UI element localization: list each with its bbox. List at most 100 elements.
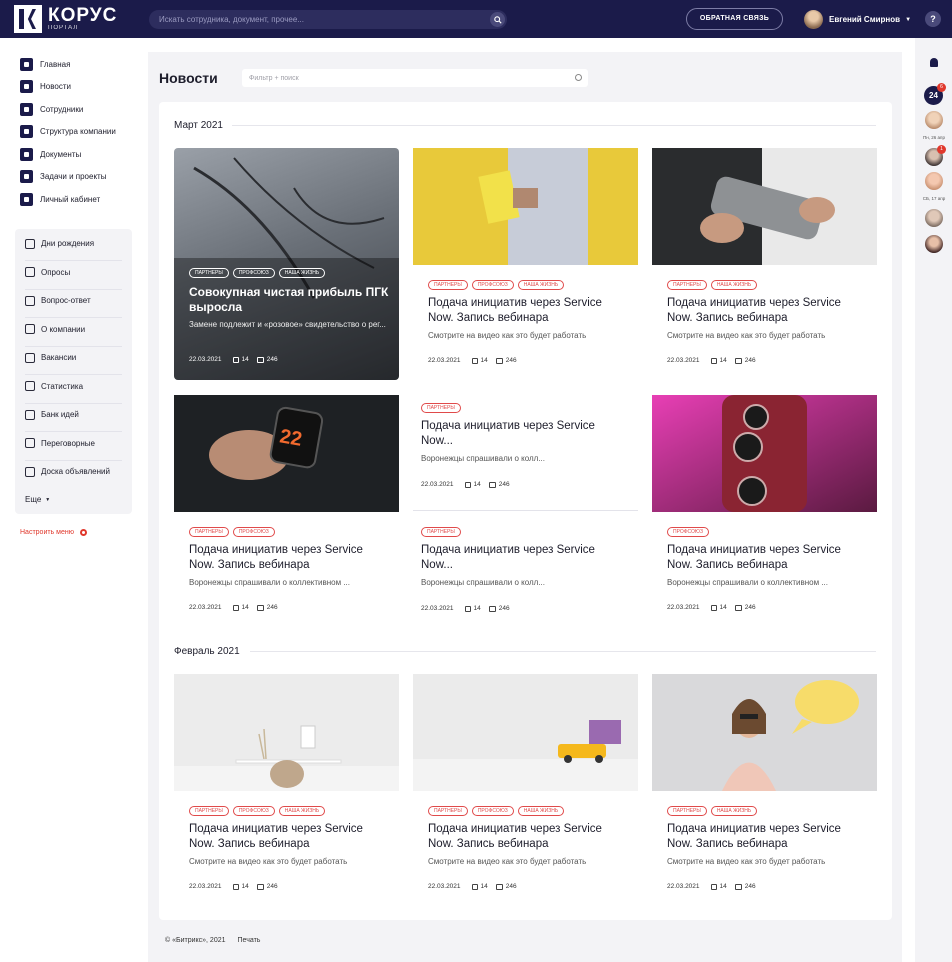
nav-item-employees[interactable]: Сотрудники [20, 98, 140, 121]
nav-item-documents[interactable]: Документы [20, 143, 140, 166]
card-title[interactable]: Подача инициатив через Service Now. Запи… [667, 543, 867, 573]
card-title[interactable]: Подача инициатив через Service Now. Запи… [428, 822, 628, 852]
comments-button[interactable]: 246 [256, 356, 278, 363]
print-link[interactable]: Печать [238, 937, 261, 944]
tag[interactable]: ПАРТНЕРЫ [667, 806, 707, 816]
comments-button[interactable]: 246 [256, 883, 278, 890]
logo[interactable]: КОРУС ПОРТАЛ [14, 5, 117, 33]
user-menu[interactable]: Евгений Смирнов ▼ [804, 10, 911, 29]
tag[interactable]: ПРОФСОЮЗ [471, 280, 514, 290]
avatar[interactable] [925, 172, 943, 190]
tag[interactable]: НАША ЖИЗНЬ [517, 280, 565, 290]
news-card[interactable]: ПАРТНЕРЫ ПРОФСОЮЗ НАША ЖИЗНЬ Подача иниц… [174, 674, 399, 906]
news-card[interactable]: ПАРТНЕРЫ ПРОФСОЮЗ НАША ЖИЗНЬ Подача иниц… [413, 148, 638, 380]
card-title[interactable]: Подача инициатив через Service Now. Запи… [667, 822, 867, 852]
tag[interactable]: ПАРТНЕРЫ [189, 268, 229, 278]
subnav-more[interactable]: Еще ▼ [25, 486, 125, 513]
tag[interactable]: ПРОФСОЮЗ [471, 806, 514, 816]
news-card[interactable]: ПАРТНЕРЫ НАША ЖИЗНЬ Подача инициатив чер… [652, 148, 877, 380]
subnav-item-faq[interactable]: Вопрос-ответ [25, 287, 125, 314]
tasks-icon [20, 170, 33, 184]
card-image: 22 [174, 395, 399, 512]
nav-item-account[interactable]: Личный кабинет [20, 188, 140, 211]
comments-button[interactable]: 246 [495, 357, 517, 364]
comments-button[interactable]: 246 [256, 604, 278, 611]
subnav-item-vacancies[interactable]: Вакансии [25, 344, 125, 371]
tag[interactable]: ПАРТНЕРЫ [421, 527, 461, 537]
card-title[interactable]: Подача инициатив через Service Now. Запи… [189, 543, 389, 573]
tag[interactable]: НАША ЖИЗНЬ [278, 806, 326, 816]
news-card-featured[interactable]: ПАРТНЕРЫ ПРОФСОЮЗ НАША ЖИЗНЬ Совокупная … [174, 148, 399, 380]
like-button[interactable]: 14 [710, 883, 727, 890]
tag[interactable]: ПРОФСОЮЗ [667, 527, 709, 537]
like-button[interactable]: 14 [464, 481, 481, 488]
subnav-item-ideas[interactable]: Банк идей [25, 401, 125, 428]
filter-input[interactable] [249, 72, 549, 84]
avatar[interactable] [925, 209, 943, 227]
tag[interactable]: ПРОФСОЮЗ [232, 268, 275, 278]
tag[interactable]: ПАРТНЕРЫ [667, 280, 707, 290]
structure-icon [20, 125, 33, 139]
tag[interactable]: ПАРТНЕРЫ [189, 806, 229, 816]
global-search-input[interactable] [159, 13, 479, 26]
comments-button[interactable]: 246 [734, 883, 756, 890]
tag[interactable]: ПРОФСОЮЗ [232, 806, 275, 816]
avatar[interactable] [925, 111, 943, 129]
subnav-item-stats[interactable]: Статистика [25, 373, 125, 400]
like-button[interactable]: 14 [232, 356, 249, 363]
news-card[interactable]: ПАРТНЕРЫ НАША ЖИЗНЬ Подача инициатив чер… [652, 674, 877, 906]
nav-item-home[interactable]: Главная [20, 53, 140, 76]
comments-button[interactable]: 246 [495, 883, 517, 890]
search-button[interactable] [490, 12, 505, 27]
news-card-text[interactable]: ПАРТНЕРЫ Подача инициатив через Service … [413, 395, 638, 511]
card-title[interactable]: Совокупная чистая прибыль ПГК выросла [189, 285, 389, 315]
nav-item-news[interactable]: Новости [20, 76, 140, 99]
like-button[interactable]: 14 [232, 604, 249, 611]
subnav-item-polls[interactable]: Опросы [25, 259, 125, 286]
subnav-item-about[interactable]: О компании [25, 316, 125, 343]
card-title[interactable]: Подача инициатив через Service Now... [421, 419, 621, 449]
tag[interactable]: НАША ЖИЗНЬ [278, 268, 326, 278]
tag[interactable]: НАША ЖИЗНЬ [710, 280, 758, 290]
card-title[interactable]: Подача инициатив через Service Now. Запи… [428, 296, 628, 326]
like-button[interactable]: 14 [232, 883, 249, 890]
card-title[interactable]: Подача инициатив через Service Now. Запи… [667, 296, 867, 326]
like-button[interactable]: 14 [471, 883, 488, 890]
comments-button[interactable]: 246 [488, 481, 510, 488]
tag[interactable]: ПАРТНЕРЫ [421, 403, 461, 413]
tag[interactable]: НАША ЖИЗНЬ [710, 806, 758, 816]
subnav-item-board[interactable]: Доска объявлений [25, 458, 125, 485]
subnav-item-meeting-rooms[interactable]: Переговорные [25, 430, 125, 457]
comments-button[interactable]: 246 [734, 604, 756, 611]
comments-button[interactable]: 246 [488, 605, 510, 612]
tag[interactable]: ПАРТНЕРЫ [189, 527, 229, 537]
news-card-text[interactable]: ПАРТНЕРЫ Подача инициатив через Service … [413, 519, 638, 627]
news-card[interactable]: ПРОФСОЮЗ Подача инициатив через Service … [652, 395, 877, 627]
avatar[interactable] [925, 235, 943, 253]
tag[interactable]: ПАРТНЕРЫ [428, 280, 468, 290]
like-button[interactable]: 14 [464, 605, 481, 612]
configure-menu-link[interactable]: Настроить меню [20, 529, 87, 536]
subnav-item-birthdays[interactable]: Дни рождения [25, 230, 125, 257]
tag[interactable]: ПАРТНЕРЫ [428, 806, 468, 816]
like-icon [232, 883, 239, 890]
news-card[interactable]: ПАРТНЕРЫ ПРОФСОЮЗ НАША ЖИЗНЬ Подача иниц… [413, 674, 638, 906]
bell-icon[interactable] [930, 58, 938, 67]
nav-item-tasks[interactable]: Задачи и проекты [20, 166, 140, 189]
account-icon [20, 192, 33, 206]
like-button[interactable]: 14 [471, 357, 488, 364]
card-title[interactable]: Подача инициатив через Service Now... [421, 543, 621, 573]
search-icon[interactable] [575, 74, 582, 81]
employees-icon [20, 102, 33, 116]
comments-button[interactable]: 246 [734, 357, 756, 364]
tag[interactable]: НАША ЖИЗНЬ [517, 806, 565, 816]
feedback-button[interactable]: ОБРАТНАЯ СВЯЗЬ [686, 8, 783, 30]
nav-item-structure[interactable]: Структура компании [20, 121, 140, 144]
like-button[interactable]: 14 [710, 357, 727, 364]
help-button[interactable]: ? [925, 11, 941, 27]
month-heading: Февраль 2021 [174, 646, 240, 657]
card-title[interactable]: Подача инициатив через Service Now. Запи… [189, 822, 389, 852]
like-button[interactable]: 14 [710, 604, 727, 611]
news-card[interactable]: 22 ПАРТНЕРЫ ПРОФСОЮЗ Подача инициатив че… [174, 395, 399, 627]
tag[interactable]: ПРОФСОЮЗ [232, 527, 275, 537]
